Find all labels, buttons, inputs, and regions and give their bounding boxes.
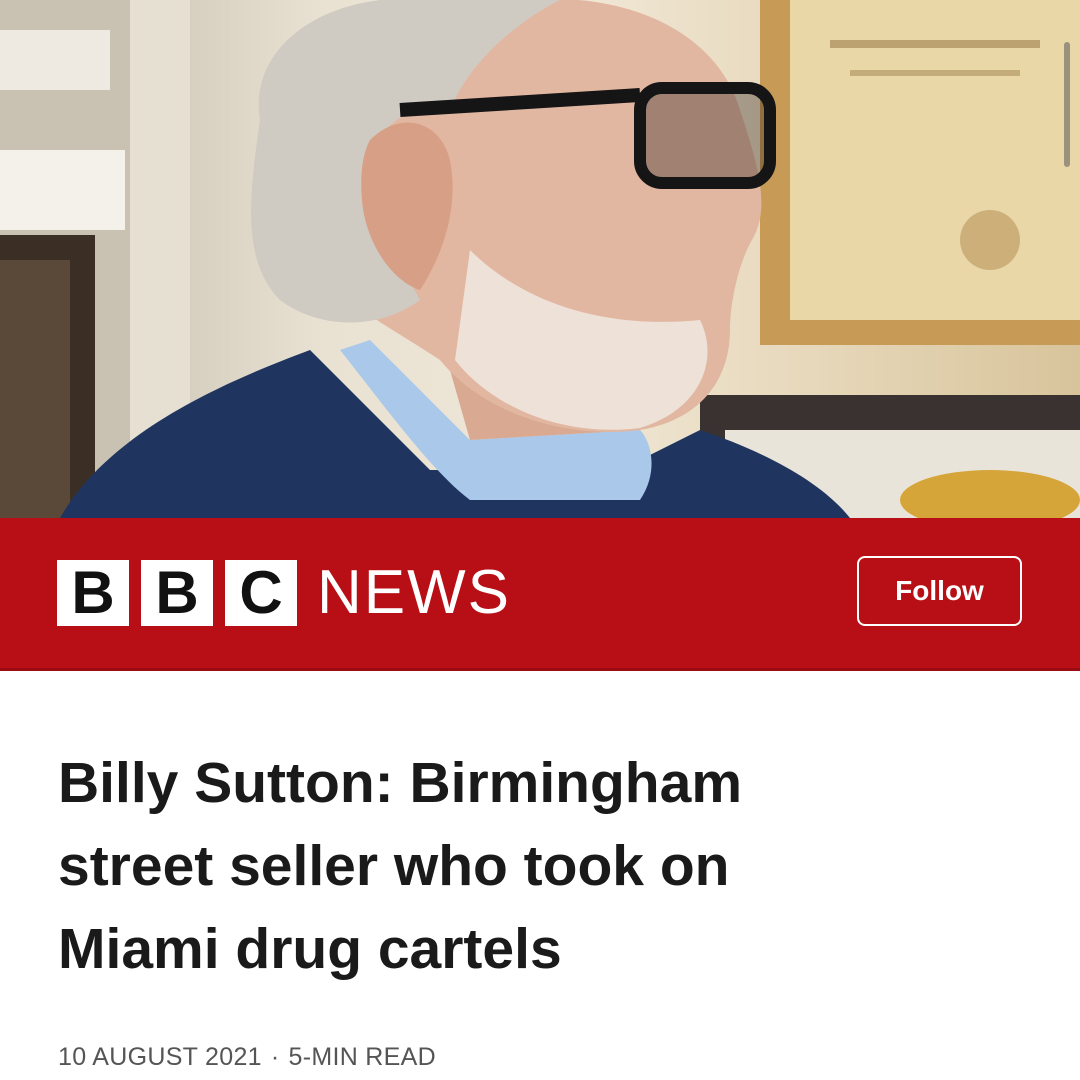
bbc-news-logo: B B C NEWS [57, 560, 511, 626]
hero-photo [0, 0, 1080, 518]
headline-line-2: street seller who took on [58, 834, 730, 898]
divider [0, 668, 1080, 671]
logo-block-b2: B [141, 560, 213, 626]
publish-date: 10 AUGUST 2021 [58, 1043, 262, 1071]
meta-separator: · [270, 1043, 280, 1071]
logo-block-b1: B [57, 560, 129, 626]
follow-button[interactable]: Follow [857, 556, 1022, 626]
read-time: 5-MIN READ [288, 1043, 436, 1071]
logo-block-c: C [225, 560, 297, 626]
article-meta: 10 AUGUST 2021 · 5-MIN READ [58, 1043, 436, 1072]
article-headline[interactable]: Billy Sutton: Birmingham street seller w… [58, 742, 1018, 991]
brand-bar: B B C NEWS Follow [0, 518, 1080, 671]
logo-word-news: NEWS [317, 558, 511, 627]
portrait-photo [0, 0, 1080, 518]
scrollbar-thumb[interactable] [1064, 42, 1070, 167]
headline-line-3: Miami drug cartels [58, 917, 562, 981]
headline-line-1: Billy Sutton: Birmingham [58, 751, 742, 815]
